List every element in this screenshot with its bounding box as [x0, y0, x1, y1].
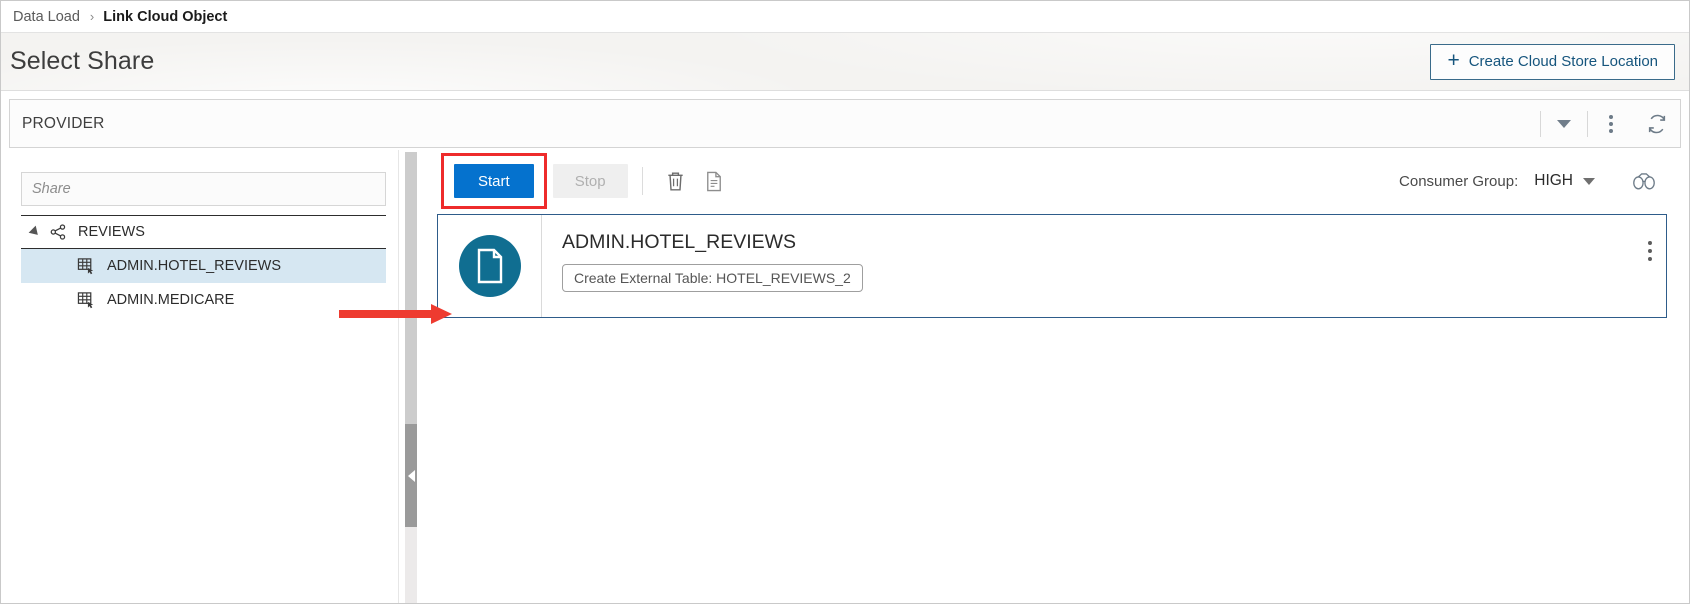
share-network-icon: [49, 223, 67, 241]
document-icon: [477, 248, 502, 284]
view-report-button[interactable]: [695, 162, 733, 200]
share-search-input[interactable]: Share: [21, 172, 386, 206]
tree-node-reviews[interactable]: REVIEWS: [21, 215, 386, 249]
share-browser-pane: Share REVIEWS ADMIN.HOTEL_REVIEWS ADMIN.…: [1, 150, 399, 603]
expand-triangle-icon[interactable]: [28, 225, 42, 239]
consumer-group-label: Consumer Group:: [1399, 172, 1519, 190]
breadcrumb-item-link-cloud-object: Link Cloud Object: [103, 8, 228, 25]
breadcrumb-item-data-load[interactable]: Data Load: [13, 9, 80, 25]
provider-more-menu-button[interactable]: [1588, 100, 1634, 147]
job-card-icon-circle: [458, 235, 521, 297]
create-cloud-store-location-label: Create Cloud Store Location: [1468, 53, 1658, 70]
chevron-down-icon[interactable]: [1583, 177, 1595, 185]
page-title: Select Share: [10, 47, 155, 75]
table-link-icon: [77, 291, 96, 309]
provider-select-bar[interactable]: PROVIDER: [9, 99, 1681, 148]
job-card-menu-button[interactable]: [1648, 241, 1652, 261]
job-detail-pane: Start Stop Consumer Group: HIGH ADMIN.HO…: [423, 150, 1689, 603]
splitter-track[interactable]: [405, 152, 417, 603]
stop-button: Stop: [552, 164, 628, 198]
tree-node-admin-medicare[interactable]: ADMIN.MEDICARE: [21, 283, 386, 317]
pane-splitter[interactable]: [399, 150, 423, 603]
binoculars-icon: [1633, 173, 1655, 190]
plus-icon: +: [1447, 49, 1460, 72]
main-body: Share REVIEWS ADMIN.HOTEL_REVIEWS ADMIN.…: [1, 150, 1689, 603]
job-card[interactable]: ADMIN.HOTEL_REVIEWS Create External Tabl…: [437, 214, 1667, 318]
share-tree: REVIEWS ADMIN.HOTEL_REVIEWS ADMIN.MEDICA…: [21, 215, 386, 317]
link-cloud-object-page: Data Load › Link Cloud Object Select Sha…: [0, 0, 1690, 604]
provider-select-value: PROVIDER: [22, 114, 105, 132]
job-card-title: ADMIN.HOTEL_REVIEWS: [562, 231, 797, 253]
splitter-thumb-upper[interactable]: [405, 152, 417, 424]
tree-node-label: REVIEWS: [78, 224, 145, 240]
breadcrumb-separator-icon: ›: [89, 9, 95, 24]
job-card-action-badge[interactable]: Create External Table: HOTEL_REVIEWS_2: [562, 264, 863, 292]
trash-icon: [668, 171, 683, 191]
job-card-icon-cell: [438, 215, 542, 317]
breadcrumb: Data Load › Link Cloud Object: [1, 1, 1689, 33]
consumer-group-value[interactable]: HIGH: [1534, 172, 1573, 190]
toolbar-right-group: Consumer Group: HIGH: [1399, 162, 1679, 200]
toolbar-separator: [641, 167, 643, 195]
job-card-body: ADMIN.HOTEL_REVIEWS Create External Tabl…: [542, 215, 1666, 317]
start-button[interactable]: Start: [454, 164, 534, 198]
table-link-icon: [77, 257, 96, 275]
chevron-down-icon: [1557, 119, 1571, 128]
tree-node-admin-hotel-reviews[interactable]: ADMIN.HOTEL_REVIEWS: [21, 249, 386, 283]
chevron-left-icon: [407, 469, 415, 482]
document-report-icon: [706, 171, 721, 191]
share-search-placeholder: Share: [32, 181, 71, 197]
create-cloud-store-location-button[interactable]: + Create Cloud Store Location: [1430, 43, 1675, 80]
provider-dropdown-button[interactable]: [1541, 100, 1587, 147]
refresh-icon: [1648, 114, 1666, 133]
page-header: Select Share + Create Cloud Store Locati…: [1, 33, 1689, 91]
splitter-collapse-handle[interactable]: [405, 424, 417, 527]
delete-button[interactable]: [657, 162, 695, 200]
tree-node-label: ADMIN.HOTEL_REVIEWS: [107, 258, 282, 274]
start-button-highlight: Start: [441, 153, 547, 209]
kebab-menu-icon: [1609, 114, 1613, 133]
preview-data-button[interactable]: [1625, 162, 1663, 200]
job-toolbar: Start Stop Consumer Group: HIGH: [423, 150, 1679, 212]
provider-refresh-button[interactable]: [1634, 100, 1680, 147]
tree-node-label: ADMIN.MEDICARE: [107, 292, 235, 308]
